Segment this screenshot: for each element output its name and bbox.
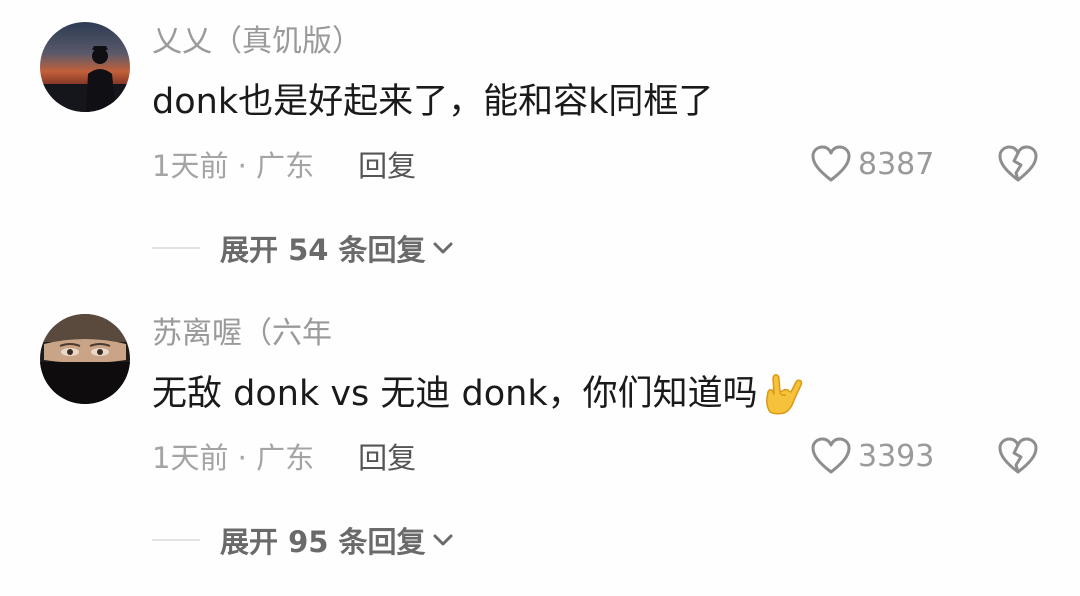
- avatar-masked-face-image: [40, 314, 130, 404]
- expand-replies-row: 展开 95 条回复: [152, 518, 456, 562]
- avatar[interactable]: [40, 22, 130, 112]
- divider-line: [152, 539, 200, 541]
- expand-replies-button[interactable]: 展开 54 条回复: [220, 227, 456, 269]
- broken-heart-icon: [998, 437, 1038, 474]
- comment-time-location: 1天前 · 广东: [152, 149, 315, 183]
- comment-time-location: 1天前 · 广东: [152, 441, 315, 475]
- broken-heart-icon: [998, 145, 1038, 182]
- comment-username[interactable]: 乂乂（真饥版）: [152, 22, 362, 62]
- heart-outline-icon: [811, 145, 851, 182]
- comment-text-content: 无敌 donk vs 无迪 donk，你们知道吗: [152, 374, 758, 414]
- avatar[interactable]: [40, 314, 130, 404]
- reply-button[interactable]: 回复: [358, 435, 416, 477]
- chevron-down-icon: [433, 534, 453, 546]
- like-count: 8387: [858, 146, 935, 182]
- like-button[interactable]: 3393: [810, 434, 934, 478]
- expand-replies-button[interactable]: 展开 95 条回复: [220, 519, 456, 561]
- comment-text-content: donk也是好起来了，能和容k同框了: [152, 82, 714, 122]
- divider-line: [152, 247, 200, 249]
- comment-meta: 1天前 · 广东 回复: [152, 142, 416, 186]
- dislike-button[interactable]: [996, 434, 1040, 478]
- love-you-gesture-icon: [765, 374, 802, 415]
- comment-meta: 1天前 · 广东 回复: [152, 434, 416, 478]
- reply-button[interactable]: 回复: [358, 143, 416, 185]
- avatar-sunset-image: [40, 22, 130, 112]
- comment-username[interactable]: 苏离喔（六年: [152, 314, 332, 354]
- expand-replies-label: 展开 95 条回复: [220, 525, 426, 559]
- comment-text: donk也是好起来了，能和容k同框了: [152, 78, 713, 126]
- like-button[interactable]: 8387: [810, 142, 934, 186]
- expand-replies-label: 展开 54 条回复: [220, 233, 426, 267]
- expand-replies-row: 展开 54 条回复: [152, 226, 456, 270]
- like-count: 3393: [858, 438, 935, 474]
- heart-outline-icon: [811, 437, 851, 474]
- chevron-down-icon: [433, 242, 453, 254]
- comment-text: 无敌 donk vs 无迪 donk，你们知道吗: [152, 370, 804, 418]
- dislike-button[interactable]: [996, 142, 1040, 186]
